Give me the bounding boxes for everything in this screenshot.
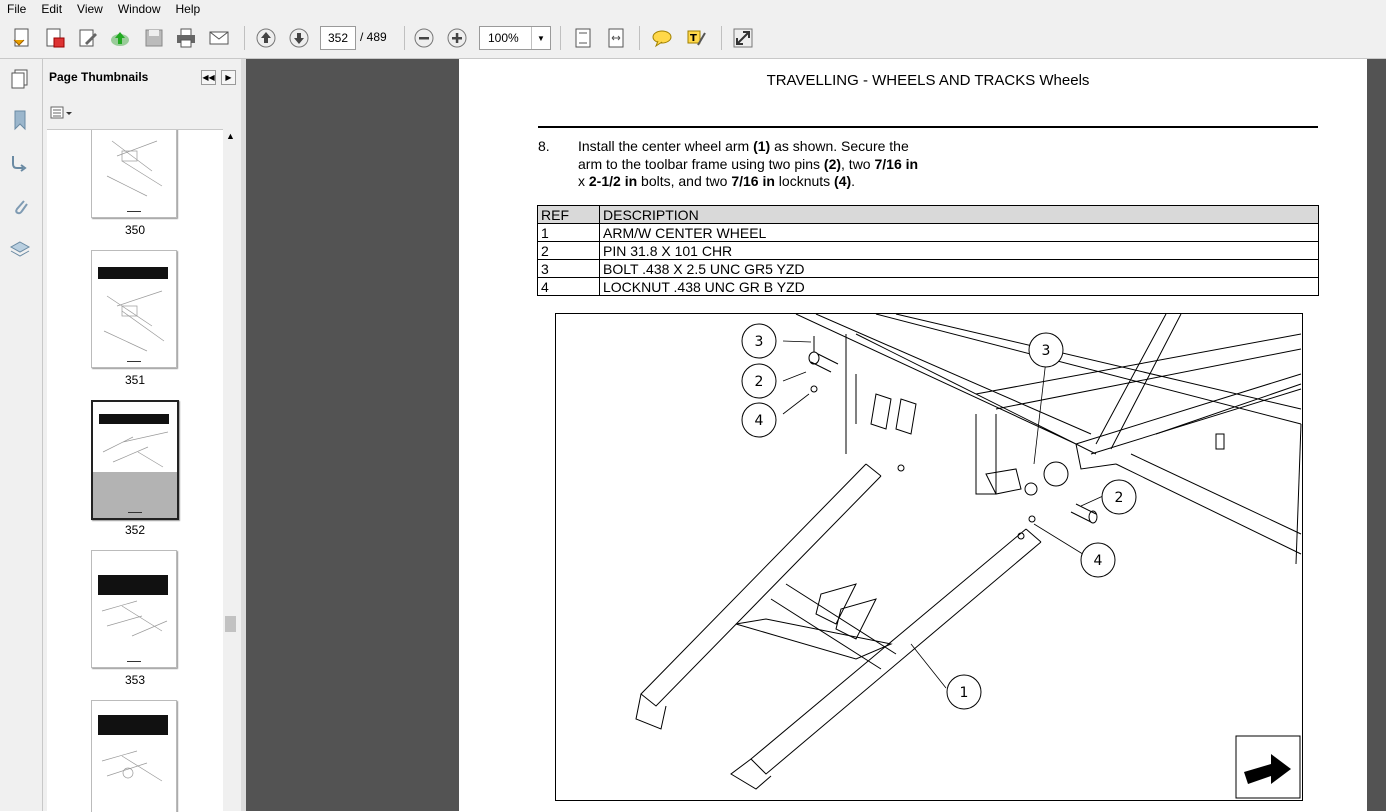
fit-page-icon[interactable] [571,26,595,50]
separator [639,26,640,50]
menu-help[interactable]: Help [169,0,209,17]
fit-width-icon[interactable] [604,26,628,50]
table-header: DESCRIPTION [599,205,1319,224]
thumbnail-label: 353 [124,673,146,687]
expand-panel-icon[interactable]: ▶ [221,70,236,85]
callout-label: 4 [1094,553,1103,569]
table-row: 3 BOLT .438 X 2.5 UNC GR5 YZD [537,259,1319,278]
thumbnails-panel: Page Thumbnails ◀◀ ▶ 350 351 352 353 354 [43,59,241,812]
callout-label: 3 [755,334,764,350]
callout-label: 4 [755,413,764,429]
email-icon[interactable] [207,26,231,50]
thumbnail-page-selected[interactable] [91,400,179,520]
bookmark-icon[interactable] [6,106,34,134]
thumbnail-page[interactable] [91,700,177,812]
thumbnail-page[interactable] [91,130,177,218]
upload-icon[interactable] [108,26,132,50]
export-icon[interactable] [43,26,67,50]
thumbnail-options-button[interactable] [49,105,75,121]
thumbnail-label: 351 [124,373,146,387]
assembly-drawing: 3 2 4 3 2 4 1 [635,313,1302,799]
scrollbar-thumb[interactable] [225,616,236,632]
separator [244,26,245,50]
separator [721,26,722,50]
parts-table: REF DESCRIPTION 1 ARM/W CENTER WHEEL 2 PIN… [537,205,1319,296]
section-header: TRAVELLING - WHEELS AND TRACKS Wheels [766,72,1090,89]
highlight-icon[interactable]: T [684,26,708,50]
toolbar: 352 / 489 100% ▼ T [0,18,1386,59]
thumbnail-scrollbar[interactable]: ▲ [223,129,238,811]
panel-title: Page Thumbnails [49,70,149,84]
table-row: 2 PIN 31.8 X 101 CHR [537,241,1319,260]
document-page: TRAVELLING - WHEELS AND TRACKS Wheels 8.… [459,59,1367,811]
callout-label: 1 [960,685,969,701]
navigation-rail [0,59,43,811]
separator [404,26,405,50]
table-row: 1 ARM/W CENTER WHEEL [537,223,1319,242]
save-icon[interactable] [142,26,166,50]
collapse-panel-icon[interactable]: ◀◀ [201,70,216,85]
callout-label: 2 [755,374,764,390]
create-pdf-icon[interactable] [10,26,34,50]
thumbnail-page[interactable] [91,250,177,368]
print-icon[interactable] [174,26,198,50]
page-total: / 489 [360,30,387,44]
step-instruction: Install the center wheel arm (1) as show… [578,138,919,189]
menu-view[interactable]: View [70,0,111,17]
table-header-row: REF DESCRIPTION [537,205,1319,224]
next-page-icon[interactable] [287,26,311,50]
zoom-out-icon[interactable] [412,26,436,50]
menu-edit[interactable]: Edit [34,0,70,17]
chevron-down-icon[interactable]: ▼ [531,27,550,49]
thumbnail-page[interactable] [91,550,177,668]
table-row: 4 LOCKNUT .438 UNC GR B YZD [537,277,1319,296]
layers-icon[interactable] [6,235,34,263]
edit-icon[interactable] [76,26,100,50]
comment-icon[interactable] [650,26,674,50]
table-header: REF [537,205,600,224]
menu-file[interactable]: File [0,0,34,17]
prev-page-icon[interactable] [254,26,278,50]
menu-window[interactable]: Window [111,0,169,17]
fullscreen-icon[interactable] [731,26,755,50]
thumbnail-label: 350 [124,223,146,237]
zoom-in-icon[interactable] [445,26,469,50]
thumbnail-list: 350 351 352 353 354 [47,129,223,812]
scroll-up-icon[interactable]: ▲ [226,131,235,141]
signatures-icon[interactable] [6,149,34,177]
assembly-figure: 3 2 4 3 2 4 1 [555,313,1303,801]
page-number-input[interactable]: 352 [320,26,356,50]
continue-arrow-icon [1235,735,1301,799]
callout-label: 3 [1042,343,1051,359]
menu-bar: File Edit View Window Help [0,0,1386,18]
thumbnail-label: 352 [124,523,146,537]
zoom-value: 100% [488,31,519,45]
separator [560,26,561,50]
page-thumbnails-icon[interactable] [6,65,34,93]
callout-label: 2 [1115,490,1124,506]
attachments-icon[interactable] [6,192,34,220]
panel-header: Page Thumbnails ◀◀ ▶ [43,59,241,99]
svg-text:T: T [690,33,697,44]
zoom-select[interactable]: 100% ▼ [479,26,551,50]
header-rule [538,126,1318,128]
document-viewer: TRAVELLING - WHEELS AND TRACKS Wheels 8.… [246,59,1386,811]
step-number: 8. [538,138,550,154]
